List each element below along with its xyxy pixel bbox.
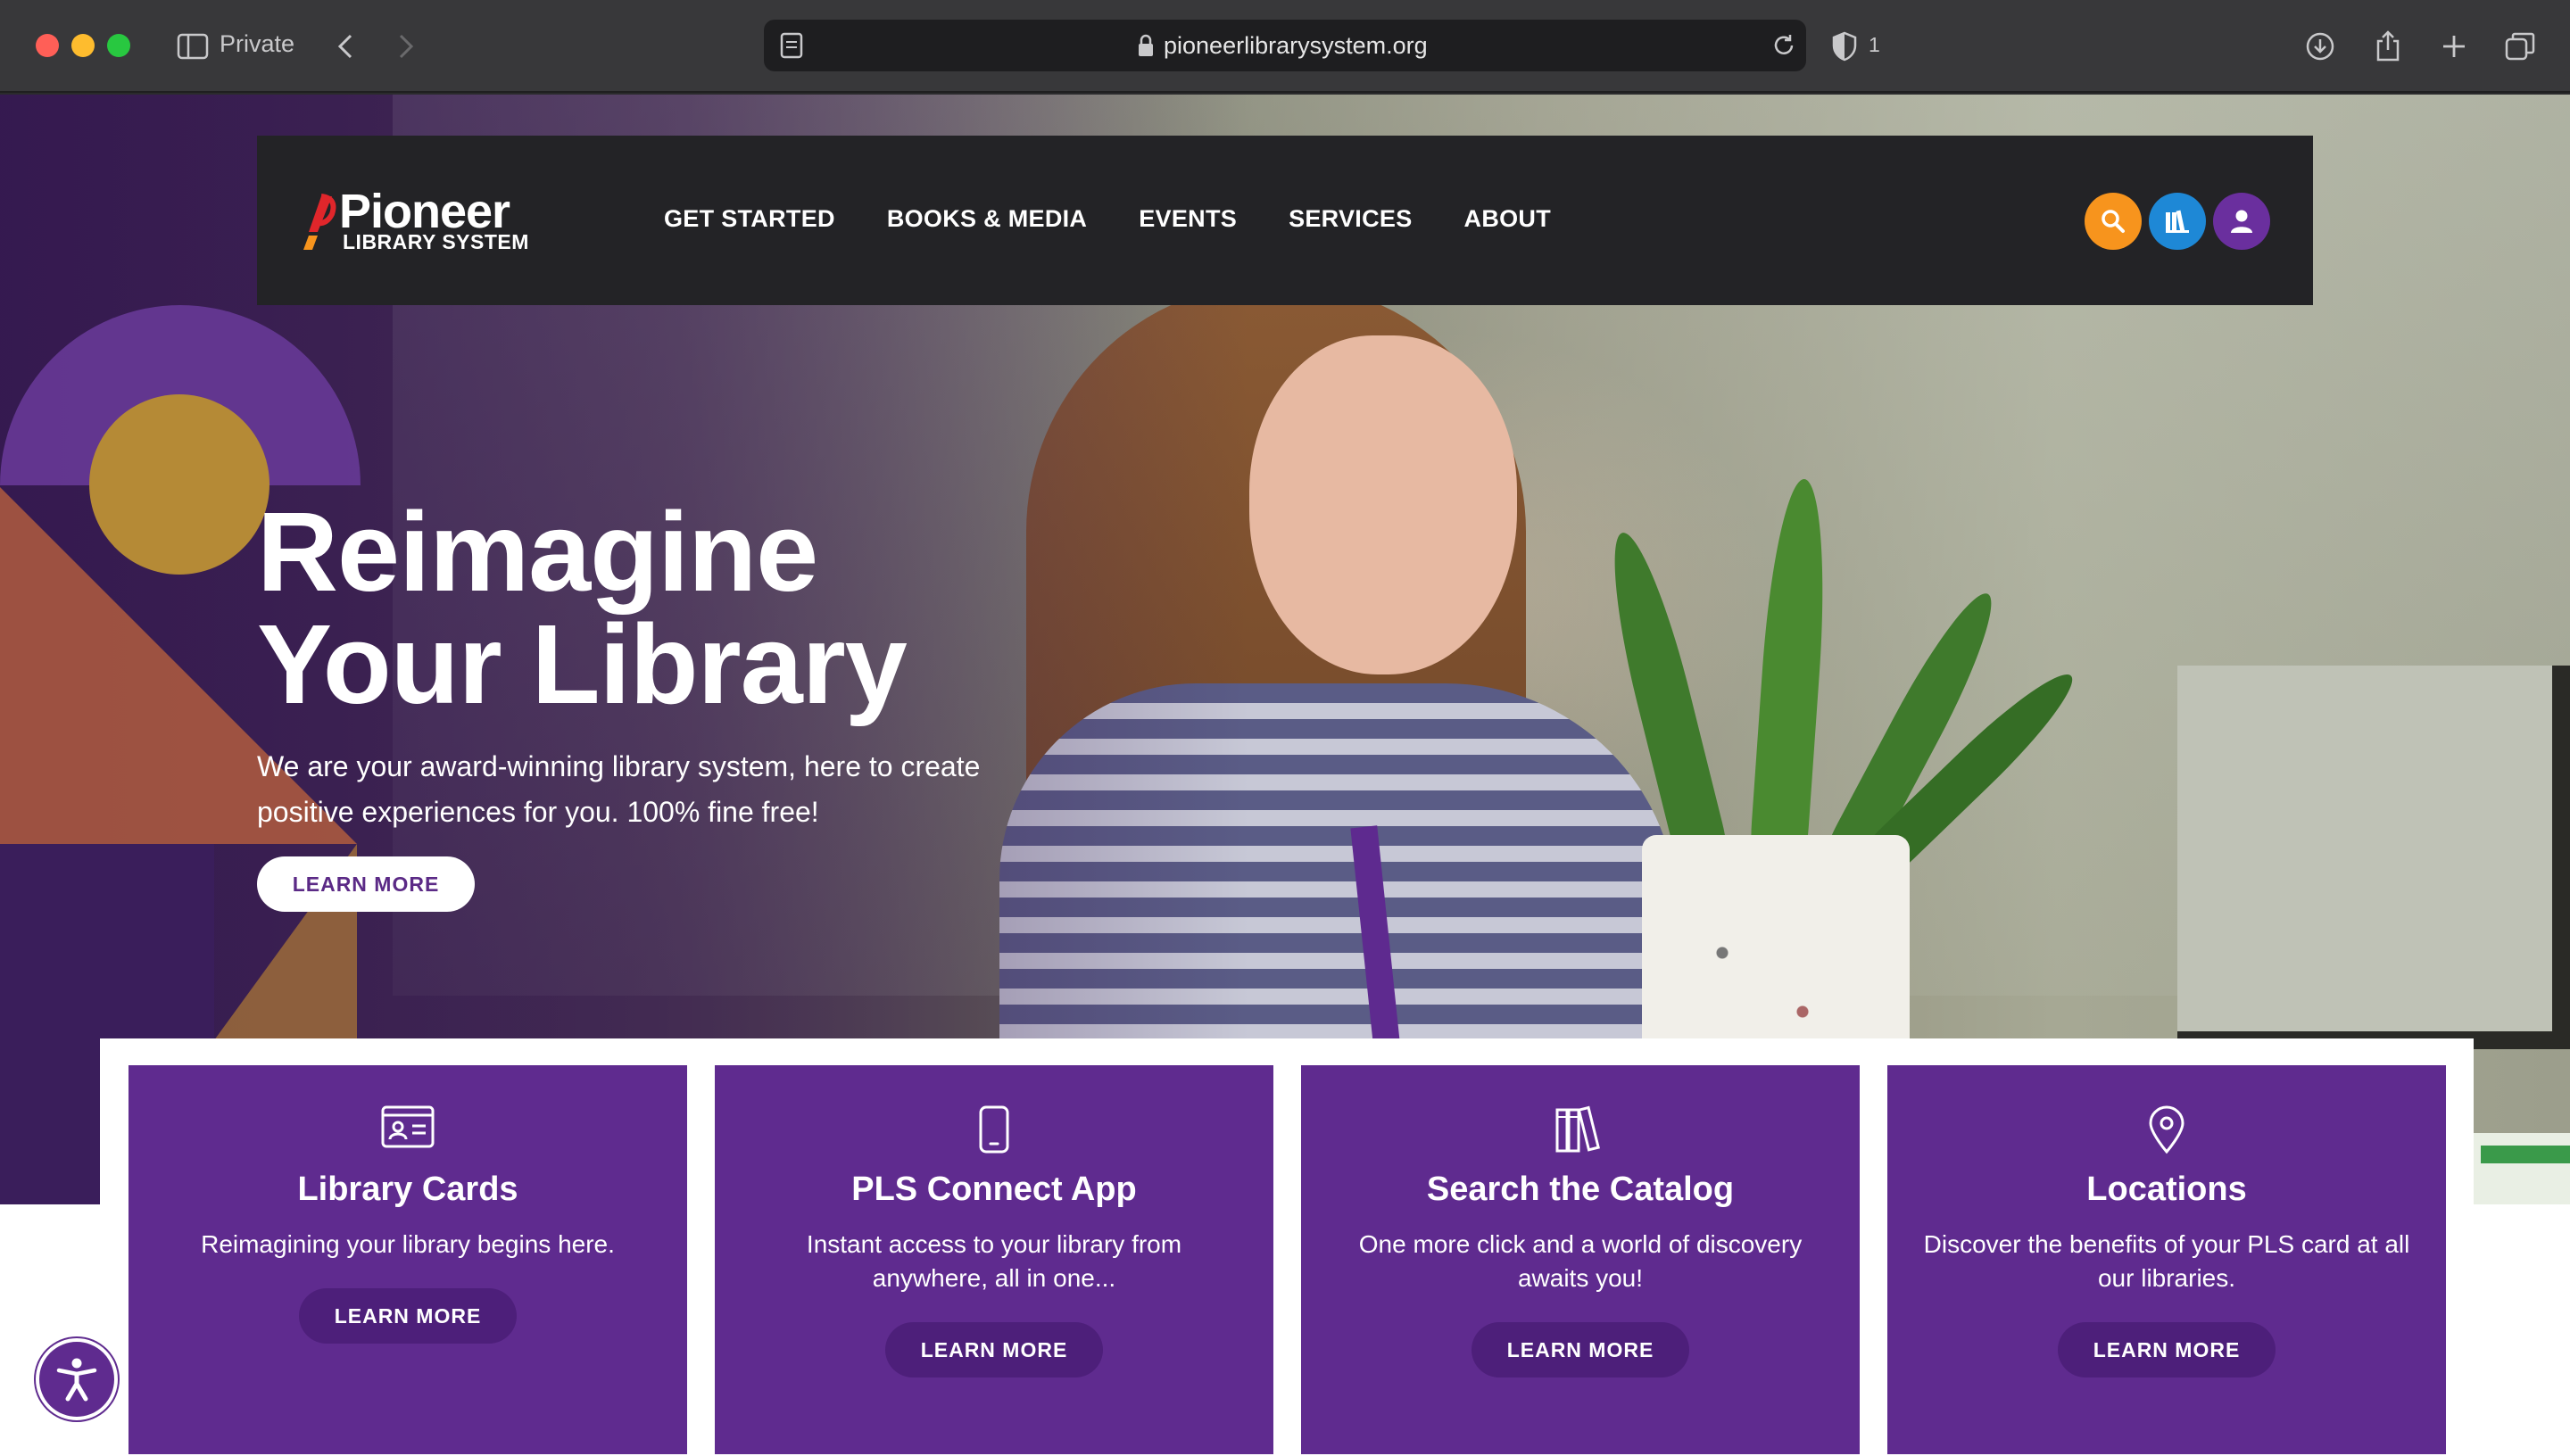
address-bar[interactable]: pioneerlibrarysystem.org: [764, 20, 1806, 71]
site-header: Pioneer LIBRARY SYSTEM GET STARTED BOOKS…: [257, 136, 2313, 305]
hero-title-line-2: Your Library: [257, 601, 908, 727]
nav-events[interactable]: EVENTS: [1139, 205, 1237, 233]
sidebar-toggle-icon[interactable]: [175, 27, 211, 66]
background-shelf: [2474, 1133, 2570, 1204]
new-tab-icon[interactable]: [2436, 27, 2472, 66]
hero-subtitle: We are your award-winning library system…: [257, 750, 981, 828]
download-icon[interactable]: [2302, 27, 2338, 66]
privacy-shield-icon[interactable]: [1829, 27, 1860, 66]
card-description: Instant access to your library from anyw…: [806, 1230, 1182, 1292]
pls-connect-learn-more-button[interactable]: LEARN MORE: [885, 1322, 1103, 1377]
pioneer-logo-mark-icon: [303, 194, 336, 250]
nav-services[interactable]: SERVICES: [1289, 205, 1412, 233]
search-icon: [2102, 210, 2125, 233]
nav-get-started[interactable]: GET STARTED: [664, 205, 835, 233]
page-menu-icon[interactable]: [780, 32, 805, 63]
decorative-circle: [89, 394, 269, 575]
card-search-catalog: Search the Catalog One more click and a …: [1301, 1065, 1860, 1454]
id-card-icon: [128, 1104, 687, 1154]
library-cards-learn-more-button[interactable]: LEARN MORE: [299, 1288, 517, 1344]
pioneer-logo[interactable]: Pioneer LIBRARY SYSTEM: [300, 185, 532, 257]
accessibility-button[interactable]: [36, 1338, 118, 1420]
search-button[interactable]: [2085, 193, 2142, 250]
zoom-window-button[interactable]: [107, 34, 130, 57]
catalog-button[interactable]: [2149, 193, 2206, 250]
card-library-cards: Library Cards Reimagining your library b…: [128, 1065, 687, 1454]
books-icon: [2166, 210, 2189, 233]
card-title: PLS Connect App: [851, 1171, 1137, 1208]
logo-subtitle: LIBRARY SYSTEM: [343, 230, 529, 253]
card-description: One more click and a world of discovery …: [1358, 1230, 1803, 1292]
main-nav: GET STARTED BOOKS & MEDIA EVENTS SERVICE…: [664, 205, 1551, 233]
minimize-window-button[interactable]: [71, 34, 95, 57]
search-catalog-learn-more-button[interactable]: LEARN MORE: [1472, 1322, 1689, 1377]
hero-title-line-1: Reimagine: [257, 489, 818, 615]
books-icon: [1301, 1104, 1860, 1154]
forward-arrow-icon[interactable]: [393, 27, 419, 66]
card-pls-connect-app: PLS Connect App Instant access to your l…: [715, 1065, 1273, 1454]
hero-background-frame: [2177, 666, 2570, 1049]
reload-icon[interactable]: [1770, 32, 1797, 63]
nav-about[interactable]: ABOUT: [1464, 205, 1552, 233]
phone-icon: [715, 1104, 1273, 1154]
nav-books-media[interactable]: BOOKS & MEDIA: [887, 205, 1087, 233]
card-title: Search the Catalog: [1426, 1171, 1735, 1208]
card-title: Locations: [2086, 1171, 2247, 1208]
card-locations: Locations Discover the benefits of your …: [1887, 1065, 2446, 1454]
tracker-count: 1: [1869, 33, 1880, 56]
browser-toolbar: Private pioneerlibrarysystem.org 1: [0, 0, 2570, 93]
locations-learn-more-button[interactable]: LEARN MORE: [2058, 1322, 2276, 1377]
location-pin-icon: [1887, 1104, 2446, 1154]
card-title: Library Cards: [297, 1171, 518, 1208]
accessibility-icon: [56, 1358, 97, 1402]
hero-title: Reimagine Your Library: [257, 496, 1149, 721]
card-description: Reimagining your library begins here.: [201, 1230, 615, 1258]
tab-overview-icon[interactable]: [2502, 27, 2538, 66]
account-button[interactable]: [2213, 193, 2270, 250]
share-icon[interactable]: [2370, 27, 2406, 66]
back-arrow-icon[interactable]: [332, 27, 359, 66]
close-window-button[interactable]: [36, 34, 59, 57]
card-description: Discover the benefits of your PLS card a…: [1923, 1230, 2410, 1292]
web-page: Pioneer LIBRARY SYSTEM GET STARTED BOOKS…: [0, 95, 2570, 1456]
hero-learn-more-button[interactable]: LEARN MORE: [257, 856, 475, 912]
lock-icon: [1137, 33, 1155, 62]
hero-photo-person-face: [1249, 335, 1517, 674]
url-text: pioneerlibrarysystem.org: [1164, 32, 1428, 59]
user-icon: [2231, 210, 2252, 233]
feature-cards: Library Cards Reimagining your library b…: [100, 1038, 2474, 1456]
private-browsing-label: Private: [220, 30, 295, 57]
